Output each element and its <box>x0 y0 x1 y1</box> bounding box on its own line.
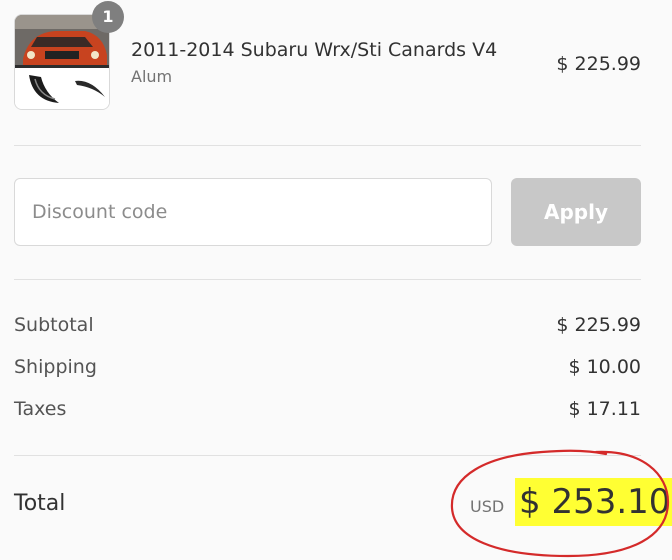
divider <box>14 279 641 280</box>
subtotal-row: Subtotal $ 225.99 <box>14 314 641 340</box>
taxes-row: Taxes $ 17.11 <box>14 398 641 424</box>
product-thumbnail <box>14 14 110 110</box>
quantity-badge: 1 <box>92 1 124 33</box>
shipping-label: Shipping <box>14 356 97 378</box>
shipping-row: Shipping $ 10.00 <box>14 356 641 382</box>
product-title: 2011-2014 Subaru Wrx/Sti Canards V4 <box>131 39 498 61</box>
order-summary: 1 2011-2014 Subaru Wrx/Sti Canards V4 Al… <box>0 0 672 560</box>
product-variant: Alum <box>131 67 173 86</box>
total-label: Total <box>14 491 66 516</box>
currency-code: USD <box>470 497 505 516</box>
divider <box>14 455 641 456</box>
shipping-value: $ 10.00 <box>568 356 641 378</box>
taxes-label: Taxes <box>14 398 67 420</box>
total-amount: $ 253.10 <box>515 478 672 526</box>
discount-code-input[interactable] <box>14 178 492 246</box>
line-item: 1 2011-2014 Subaru Wrx/Sti Canards V4 Al… <box>14 1 641 110</box>
car-canard-product-image <box>15 15 109 109</box>
divider <box>14 145 641 146</box>
subtotal-label: Subtotal <box>14 314 94 336</box>
product-price: $ 225.99 <box>556 53 641 75</box>
subtotal-value: $ 225.99 <box>556 314 641 336</box>
apply-button[interactable]: Apply <box>511 178 641 246</box>
taxes-value: $ 17.11 <box>568 398 641 420</box>
